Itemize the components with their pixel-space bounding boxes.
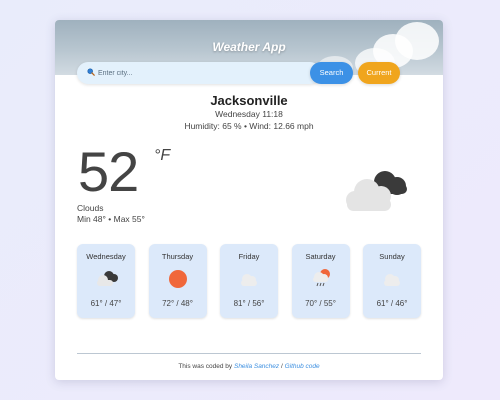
forecast-temperature: 72° / 48° bbox=[162, 299, 193, 308]
humidity-wind: Humidity: 65 % • Wind: 12.66 mph bbox=[184, 121, 314, 131]
broken-clouds-icon bbox=[346, 171, 407, 211]
date-time: Wednesday 11:18 bbox=[215, 109, 283, 119]
search-icon bbox=[87, 68, 95, 76]
current-temperature: 52 bbox=[78, 140, 139, 203]
forecast-day-name: Wednesday bbox=[86, 252, 126, 261]
github-code-link[interactable]: Github code bbox=[285, 363, 320, 370]
forecast-temperature: 61° / 47° bbox=[90, 299, 122, 308]
forecast-day-name: Thursday bbox=[161, 252, 194, 261]
forecast-day-saturday: Saturday 70° / 55° bbox=[291, 244, 350, 318]
sun-icon bbox=[168, 270, 187, 288]
temperature-unit: °F bbox=[154, 147, 171, 164]
current-location-button[interactable]: Current bbox=[358, 62, 400, 84]
sun-rain-icon bbox=[312, 269, 330, 287]
author-link[interactable]: Sheila Sanchez bbox=[234, 363, 279, 370]
forecast-day-thursday: Thursday 72° / 48° bbox=[148, 244, 207, 318]
cloud-icon bbox=[241, 274, 257, 286]
search-field[interactable] bbox=[77, 62, 321, 84]
footer-divider bbox=[77, 353, 421, 354]
forecast-day-sunday: Sunday 61° / 46° bbox=[363, 244, 421, 318]
forecast-temperature: 70° / 55° bbox=[305, 299, 336, 308]
forecast-day-friday: Friday 81° / 56° bbox=[220, 244, 278, 318]
footer-prefix: This was coded by bbox=[178, 363, 233, 370]
app-title: Weather App bbox=[212, 40, 286, 54]
cloud-icon bbox=[384, 274, 400, 286]
forecast-day-name: Friday bbox=[238, 252, 260, 261]
city-name: Jacksonville bbox=[210, 93, 288, 108]
forecast-day-wednesday: Wednesday 61° / 47° bbox=[77, 244, 135, 318]
forecast-temperature: 81° / 56° bbox=[233, 299, 265, 308]
forecast-day-name: Saturday bbox=[305, 252, 336, 261]
footer: This was coded by Sheila Sanchez / Githu… bbox=[55, 363, 443, 370]
min-max-temperature: Min 48° • Max 55° bbox=[77, 214, 145, 224]
footer-separator: / bbox=[280, 363, 283, 370]
search-input[interactable] bbox=[96, 64, 313, 82]
weather-condition: Clouds bbox=[77, 203, 104, 213]
forecast-day-name: Sunday bbox=[379, 252, 405, 261]
forecast-strip: Wednesday 61° / 47° Thursday 72° / 48° F… bbox=[77, 244, 421, 318]
search-button[interactable]: Search bbox=[310, 62, 353, 84]
search-bar: Search Current bbox=[77, 62, 421, 84]
weather-card: Weather App Search Current Jacksonville … bbox=[55, 20, 443, 380]
broken-clouds-icon bbox=[97, 271, 118, 286]
forecast-temperature: 61° / 46° bbox=[376, 299, 408, 308]
